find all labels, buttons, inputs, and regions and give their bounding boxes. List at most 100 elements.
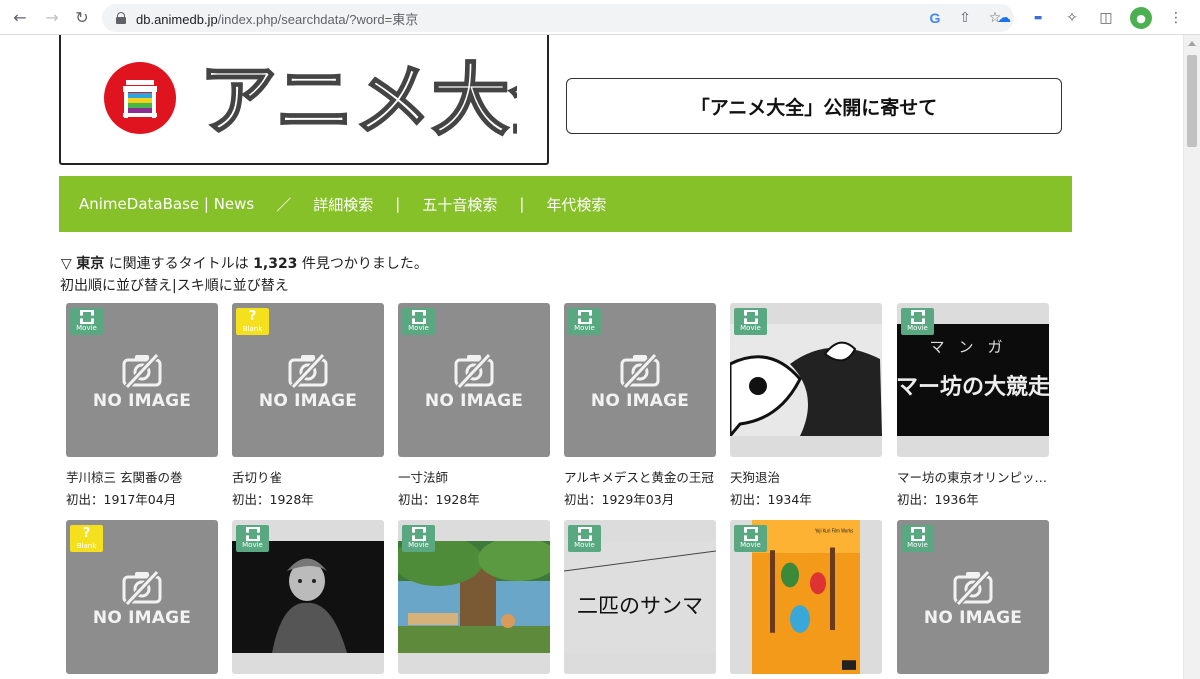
vpn-extension-icon[interactable]: ▬ <box>1028 8 1048 28</box>
result-card[interactable]: 二匹のサンマ Movie <box>564 520 716 679</box>
url-text[interactable]: db.animedb.jp/index.php/searchdata/?word… <box>136 9 418 28</box>
site-logo[interactable]: アニメ大全 <box>59 35 549 165</box>
badge-label: Movie <box>740 541 761 549</box>
badge-label: Movie <box>907 541 928 549</box>
result-thumbnail[interactable]: NO IMAGE Movie <box>398 303 550 457</box>
no-image-label: NO IMAGE <box>258 391 358 411</box>
movie-badge: Movie <box>734 525 767 552</box>
no-image-placeholder: NO IMAGE <box>564 351 716 411</box>
result-thumbnail[interactable]: Yoji Kuri Film Works Movie <box>730 520 882 674</box>
logo-wordmark: アニメ大全 <box>198 55 517 143</box>
main-nav: AnimeDataBase | News ／ 詳細検索 | 五十音検索 | 年代… <box>59 176 1072 232</box>
result-thumbnail[interactable]: NO IMAGE? Blank <box>232 303 384 457</box>
result-card[interactable]: Movie 天狗退治初出：1934年 <box>730 303 882 508</box>
badge-label: Movie <box>574 324 595 332</box>
result-title[interactable]: 天狗退治 <box>730 467 882 486</box>
profile-avatar[interactable]: ● <box>1130 7 1152 29</box>
lock-icon[interactable] <box>116 12 126 24</box>
badge-label: Movie <box>76 324 97 332</box>
google-icon[interactable]: G <box>926 9 944 27</box>
sort-by-first-release-link[interactable]: 初出順に並び替え <box>60 278 172 294</box>
result-card[interactable]: NO IMAGE Movie 一寸法師初出：1928年 <box>398 303 550 508</box>
still-image <box>232 541 384 653</box>
result-card[interactable]: Movie <box>398 520 550 679</box>
camera-off-icon <box>122 569 162 606</box>
movie-badge: Movie <box>568 525 601 552</box>
nav-item-kana-search[interactable]: 五十音検索 <box>422 194 497 215</box>
result-date: 初出：1928年 <box>398 492 480 507</box>
result-thumbnail[interactable]: 二匹のサンマ Movie <box>564 520 716 674</box>
result-card[interactable]: NO IMAGE Movie <box>897 520 1049 679</box>
movie-badge: Movie <box>734 308 767 335</box>
result-thumbnail[interactable]: Movie <box>398 520 550 674</box>
cloud-extension-icon[interactable]: ☁ <box>994 8 1014 28</box>
no-image-label: NO IMAGE <box>92 391 192 411</box>
svg-text:マー坊の大競走: マー坊の大競走 <box>897 374 1049 400</box>
result-date: 初出：1928年 <box>232 492 314 507</box>
address-bar[interactable]: db.animedb.jp/index.php/searchdata/?word… <box>102 4 1014 32</box>
kebab-menu-icon[interactable]: ⋮ <box>1166 8 1186 28</box>
film-icon <box>411 310 426 324</box>
still-image: マンガマー坊の大競走 <box>897 324 1049 436</box>
result-thumbnail[interactable]: NO IMAGE Movie <box>897 520 1049 674</box>
result-card[interactable]: Movie <box>232 520 384 679</box>
camera-off-icon <box>953 569 993 606</box>
result-thumbnail[interactable]: マンガ マー坊の大競走 Movie <box>897 303 1049 457</box>
sort-options: 初出順に並び替え|スキ順に並び替え <box>60 275 289 295</box>
movie-badge: Movie <box>901 308 934 335</box>
camera-off-icon <box>122 352 162 389</box>
result-card[interactable]: NO IMAGE? Blank 舌切り雀初出：1928年 <box>232 303 384 508</box>
back-arrow-icon[interactable]: ← <box>10 7 30 27</box>
sort-by-likes-link[interactable]: スキ順に並び替え <box>177 278 289 294</box>
camera-off-icon <box>454 352 494 389</box>
result-card[interactable]: NO IMAGE Movie 芋川椋三 玄関番の巻 初出：1917年04月 <box>66 303 218 508</box>
no-image-placeholder: NO IMAGE <box>232 351 384 411</box>
film-icon <box>577 310 592 324</box>
result-title[interactable]: マー坊の東京オリンピック大競走 <box>897 467 1049 486</box>
result-title[interactable]: 舌切り雀 <box>232 467 384 486</box>
page-scrollbar[interactable] <box>1183 35 1200 679</box>
result-thumbnail[interactable]: NO IMAGE Movie <box>66 303 218 457</box>
result-thumbnail[interactable]: Movie <box>730 303 882 457</box>
logo-emblem-icon <box>104 62 176 134</box>
result-date: 初出：1936年 <box>897 492 979 507</box>
result-date: 初出：1934年 <box>730 492 812 507</box>
nav-item-era-search[interactable]: 年代検索 <box>546 194 606 215</box>
film-icon <box>743 527 758 541</box>
badge-label: Movie <box>408 541 429 549</box>
forward-arrow-icon[interactable]: → <box>42 7 62 27</box>
film-icon <box>743 310 758 324</box>
result-card[interactable]: NO IMAGE Movie アルキメデスと黄金の王冠 初出：1929年03月 <box>564 303 716 508</box>
result-thumbnail[interactable]: NO IMAGE ? Blank <box>66 520 218 674</box>
side-panel-icon[interactable]: ◫ <box>1096 8 1116 28</box>
search-keyword: 東京 <box>76 256 105 272</box>
scroll-thumb[interactable] <box>1187 55 1197 147</box>
film-icon <box>910 310 925 324</box>
result-card[interactable]: NO IMAGE ? Blank <box>66 520 218 679</box>
badge-label: Blank <box>242 325 263 333</box>
result-title[interactable]: 芋川椋三 玄関番の巻 <box>66 467 218 486</box>
result-card[interactable]: マンガマー坊の大競走Movie マー坊の東京オリンピック大競走初出：1936年 <box>897 303 1049 508</box>
extensions-puzzle-icon[interactable]: ✧ <box>1062 8 1082 28</box>
badge-label: Movie <box>574 541 595 549</box>
badge-label: Movie <box>242 541 263 549</box>
nav-item-news[interactable]: AnimeDataBase | News <box>79 195 254 213</box>
no-image-placeholder: NO IMAGE <box>398 351 550 411</box>
result-thumbnail[interactable]: Movie <box>232 520 384 674</box>
scroll-up-arrow-icon[interactable] <box>1188 41 1196 46</box>
result-card[interactable]: Yoji Kuri Film Works Movie <box>730 520 882 679</box>
no-image-placeholder: NO IMAGE <box>66 568 218 628</box>
share-icon[interactable]: ⇧ <box>956 9 974 27</box>
movie-badge: Movie <box>402 525 435 552</box>
triangle-icon: ▽ <box>61 256 72 272</box>
result-title[interactable]: アルキメデスと黄金の王冠 <box>564 467 716 486</box>
nav-item-detail-search[interactable]: 詳細検索 <box>313 194 373 215</box>
badge-label: Blank <box>76 542 97 550</box>
summary-text: に関連するタイトルは <box>108 256 249 272</box>
blank-badge: ? Blank <box>70 525 103 552</box>
notice-button[interactable]: 「アニメ大全」公開に寄せて <box>566 78 1062 134</box>
result-thumbnail[interactable]: NO IMAGE Movie <box>564 303 716 457</box>
no-image-label: NO IMAGE <box>923 608 1023 628</box>
reload-icon[interactable]: ↻ <box>72 7 92 27</box>
result-title[interactable]: 一寸法師 <box>398 467 550 486</box>
